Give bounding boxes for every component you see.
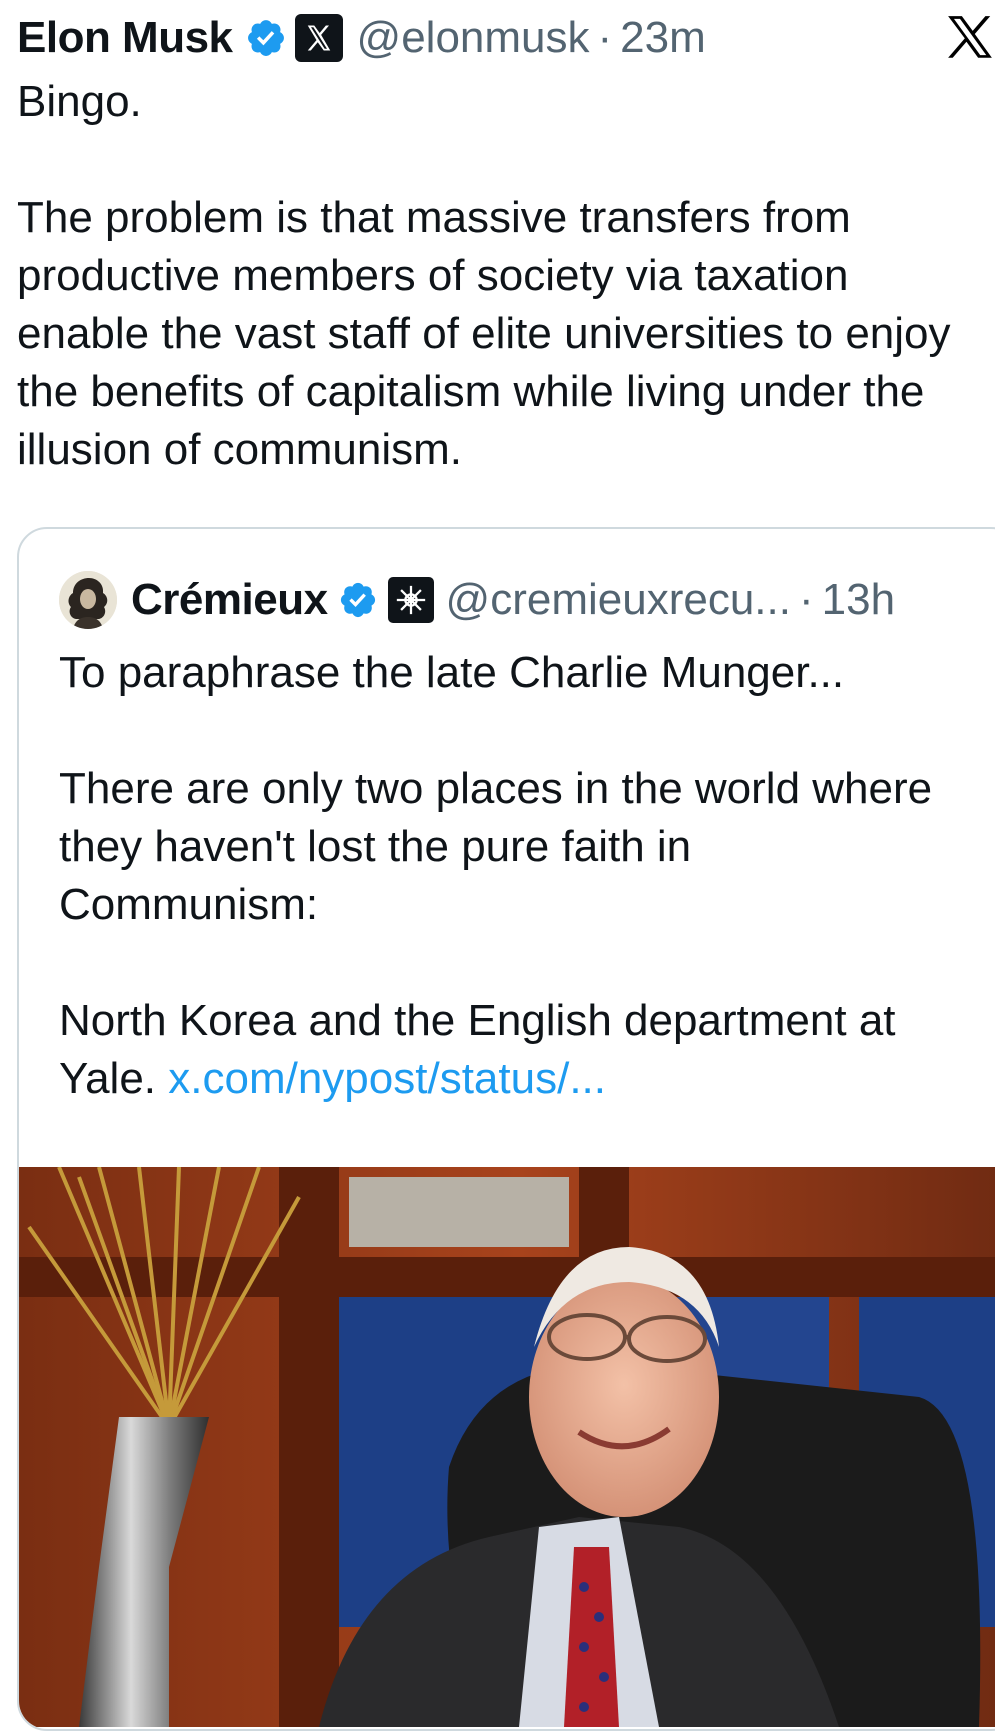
quoted-tweet-text: To paraphrase the late Charlie Munger...… bbox=[59, 644, 959, 1108]
quoted-tweet[interactable]: Crémieux @cremieuxrecu... · 13h To parap… bbox=[17, 527, 995, 1731]
tweet-paragraph: The problem is that massive transfers fr… bbox=[17, 193, 951, 474]
author-handle[interactable]: @elonmusk bbox=[357, 13, 590, 63]
avatar[interactable] bbox=[59, 571, 117, 629]
quoted-author-name[interactable]: Crémieux bbox=[131, 575, 328, 625]
quoted-link[interactable]: x.com/nypost/status/... bbox=[168, 1054, 606, 1103]
quoted-tweet-header: Crémieux @cremieuxrecu... · 13h bbox=[59, 571, 895, 629]
meta-separator: · bbox=[798, 575, 814, 624]
quoted-paragraph: There are only two places in the world w… bbox=[59, 764, 933, 929]
quoted-paragraph: To paraphrase the late Charlie Munger... bbox=[59, 648, 845, 697]
meta-separator: · bbox=[597, 13, 613, 62]
tweet-text: Bingo. The problem is that massive trans… bbox=[17, 73, 977, 479]
verified-badge-icon bbox=[340, 582, 375, 618]
tweet-paragraph: Bingo. bbox=[17, 77, 142, 126]
quoted-paragraph: North Korea and the English department a… bbox=[59, 992, 959, 1108]
x-affiliate-icon[interactable] bbox=[294, 14, 343, 62]
author-name[interactable]: Elon Musk bbox=[17, 13, 233, 63]
cremieux-affiliate-icon[interactable] bbox=[387, 577, 434, 623]
verified-badge-icon bbox=[247, 20, 284, 56]
tweet-card: Elon Musk @elonmusk · 23m Bingo. The pro… bbox=[0, 0, 995, 1731]
post-timestamp[interactable]: 23m bbox=[620, 13, 706, 63]
quoted-author-handle[interactable]: @cremieuxrecu... bbox=[446, 575, 791, 625]
tweet-header: Elon Musk @elonmusk · 23m bbox=[17, 10, 706, 66]
quoted-timestamp[interactable]: 13h bbox=[822, 575, 895, 625]
attached-photo[interactable] bbox=[19, 1167, 995, 1727]
x-logo-icon bbox=[948, 16, 992, 58]
